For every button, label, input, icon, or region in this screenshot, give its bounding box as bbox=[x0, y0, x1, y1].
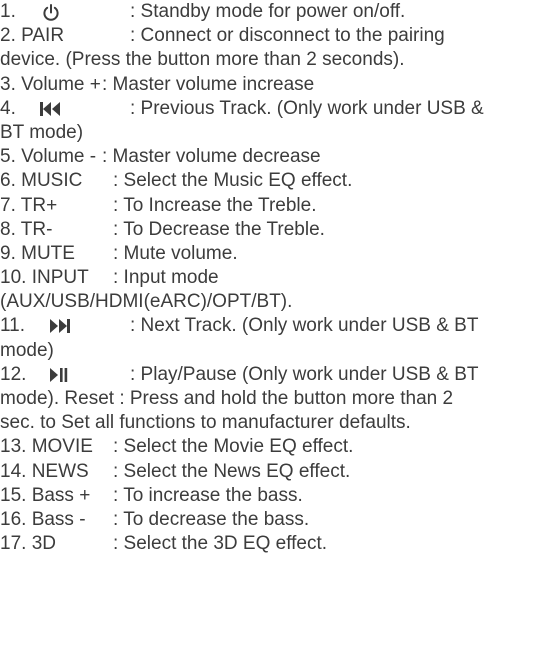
list-item: 2. PAIR : Connect or disconnect to the p… bbox=[0, 24, 540, 48]
list-item: 1. : Standby mode for power on/off. bbox=[0, 0, 540, 24]
list-item: 14. NEWS : Select the News EQ effect. bbox=[0, 460, 540, 484]
item-description: : Play/Pause (Only work under USB & BT bbox=[130, 363, 479, 385]
list-item: 3. Volume + : Master volume increase bbox=[0, 73, 540, 97]
list-item: 7. TR+ : To Increase the Treble. bbox=[0, 194, 540, 218]
list-item: 4. : Previous Track. (Only work under US… bbox=[0, 97, 540, 121]
item-description: : Connect or disconnect to the pairing bbox=[130, 25, 445, 47]
play-pause-icon bbox=[50, 367, 68, 382]
list-item: 10. INPUT : Input mode bbox=[0, 266, 540, 290]
item-description: : Select the News EQ effect. bbox=[113, 460, 351, 482]
list-item: 8. TR- : To Decrease the Treble. bbox=[0, 218, 540, 242]
item-number: 2. PAIR bbox=[0, 25, 65, 47]
item-description: : To Increase the Treble. bbox=[113, 194, 317, 216]
list-item: 5. Volume - : Master volume decrease bbox=[0, 145, 540, 169]
item-number: 4. bbox=[0, 97, 16, 119]
list-item: 16. Bass - : To decrease the bass. bbox=[0, 508, 540, 532]
item-description-continued: (AUX/USB/HDMI(eARC)/OPT/BT). bbox=[0, 291, 293, 313]
item-number: 9. MUTE bbox=[0, 242, 75, 264]
list-item-continuation: mode). Reset : Press and hold the button… bbox=[0, 387, 540, 411]
item-number: 7. TR+ bbox=[0, 194, 58, 216]
list-item: 11. : Next Track. (Only work under USB &… bbox=[0, 314, 540, 338]
item-description-continued: BT mode) bbox=[0, 121, 84, 143]
item-number: 1. bbox=[0, 1, 16, 22]
list-item-continuation: BT mode) bbox=[0, 121, 540, 145]
item-description: : Select the Music EQ effect. bbox=[113, 170, 353, 192]
list-item: 17. 3D : Select the 3D EQ effect. bbox=[0, 532, 540, 556]
list-item-continuation: sec. to Set all functions to manufacture… bbox=[0, 411, 540, 435]
list-item: 9. MUTE : Mute volume. bbox=[0, 242, 540, 266]
item-number: 17. 3D bbox=[0, 533, 56, 555]
item-description: : Input mode bbox=[113, 267, 219, 289]
list-item-continuation: device. (Press the button more than 2 se… bbox=[0, 48, 540, 72]
list-item-continuation: mode) bbox=[0, 339, 540, 363]
item-description: : Standby mode for power on/off. bbox=[130, 1, 406, 22]
button-function-list: 1. : Standby mode for power on/off. 2. P… bbox=[0, 0, 540, 556]
item-description-continued: mode). Reset : Press and hold the button… bbox=[0, 388, 454, 409]
list-item: 12. : Play/Pause (Only work under USB & … bbox=[0, 363, 540, 387]
list-item: 6. MUSIC : Select the Music EQ effect. bbox=[0, 169, 540, 193]
item-number: 5. Volume - bbox=[0, 146, 97, 168]
item-description: : To Decrease the Treble. bbox=[113, 218, 325, 240]
item-description: : Next Track. (Only work under USB & BT bbox=[130, 315, 479, 337]
item-number: 14. NEWS bbox=[0, 460, 89, 482]
list-item-continuation: (AUX/USB/HDMI(eARC)/OPT/BT). bbox=[0, 290, 540, 314]
item-number: 11. bbox=[0, 315, 26, 337]
item-number: 12. bbox=[0, 363, 27, 385]
next-track-icon bbox=[50, 319, 70, 334]
item-number: 15. Bass + bbox=[0, 484, 91, 506]
item-description: : Previous Track. (Only work under USB & bbox=[130, 97, 484, 119]
item-description: : Master volume increase bbox=[102, 73, 315, 95]
item-description-continued: device. (Press the button more than 2 se… bbox=[0, 49, 405, 71]
item-description: : Select the 3D EQ effect. bbox=[113, 533, 328, 555]
item-description-continued: sec. to Set all functions to manufacture… bbox=[0, 412, 411, 434]
item-number: 13. MOVIE bbox=[0, 436, 93, 458]
item-number: 6. MUSIC bbox=[0, 170, 83, 192]
item-description: : Master volume decrease bbox=[102, 146, 321, 168]
item-description: : To decrease the bass. bbox=[113, 508, 310, 530]
item-description: : To increase the bass. bbox=[113, 484, 303, 506]
item-description: : Select the Movie EQ effect. bbox=[113, 436, 354, 458]
item-number: 10. INPUT bbox=[0, 267, 89, 289]
power-icon bbox=[43, 4, 59, 21]
previous-track-icon bbox=[40, 101, 60, 116]
item-number: 16. Bass - bbox=[0, 508, 86, 530]
list-item: 15. Bass + : To increase the bass. bbox=[0, 484, 540, 508]
item-number: 3. Volume + bbox=[0, 73, 101, 95]
list-item: 13. MOVIE : Select the Movie EQ effect. bbox=[0, 435, 540, 459]
item-description: : Mute volume. bbox=[113, 242, 238, 264]
item-number: 8. TR- bbox=[0, 218, 53, 240]
item-description-continued: mode) bbox=[0, 339, 54, 361]
